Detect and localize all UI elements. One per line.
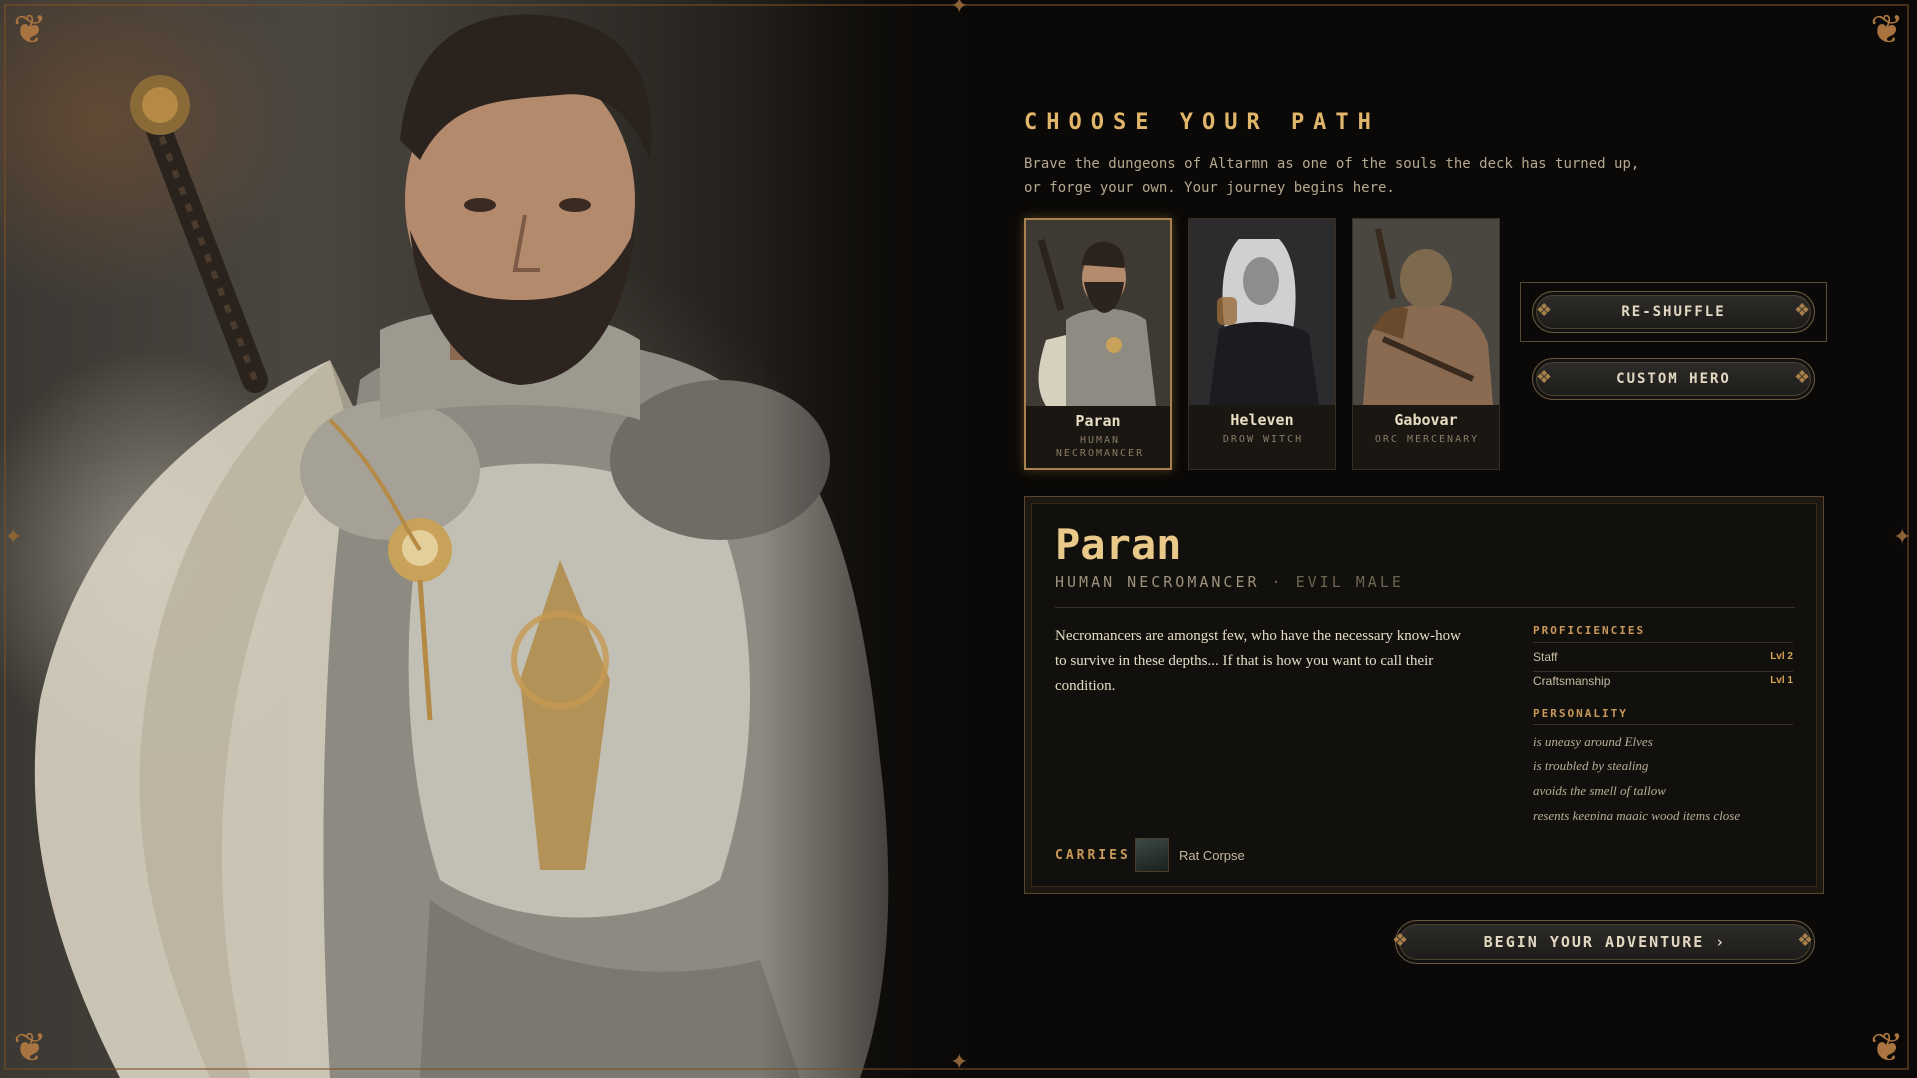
button-ornament-icon: ❖ (1392, 930, 1409, 951)
personality-divider (1533, 724, 1793, 725)
personality-list[interactable]: is uneasy around Elves is troubled by st… (1533, 730, 1793, 820)
personality-trait: resents keeping magic wood items close (1533, 808, 1741, 820)
proficiencies-heading: PROFICIENCIES (1533, 624, 1646, 637)
button-ornament-icon: ❖ (1794, 367, 1811, 388)
personality-trait: is uneasy around Elves (1533, 734, 1653, 749)
hero-card-name: Heleven (1230, 411, 1294, 429)
hero-card-class: HUMAN NECROMANCER (1055, 435, 1145, 459)
hero-portrait (0, 0, 1040, 1078)
rat-corpse-icon[interactable] (1135, 838, 1169, 872)
hero-card-art (1353, 219, 1499, 405)
hero-card-paran[interactable]: Paran HUMAN NECROMANCER (1024, 218, 1172, 470)
hero-detail-class: HUMAN NECROMANCER (1055, 573, 1260, 591)
hero-card-gabovar[interactable]: Gabovar ORC MERCENARY (1352, 218, 1500, 470)
proficiency-row: Staff Lvl 2 (1533, 650, 1793, 672)
personality-heading: PERSONALITY (1533, 707, 1628, 720)
hero-card-class: DROW WITCH (1222, 434, 1304, 445)
begin-adventure-button[interactable]: BEGIN YOUR ADVENTURE › (1395, 920, 1815, 964)
proficiency-level: Lvl 2 (1770, 651, 1793, 662)
hero-detail-alignment: EVIL MALE (1295, 573, 1404, 591)
personality-trait: avoids the smell of tallow (1533, 783, 1666, 798)
hero-card-class: ORC MERCENARY (1374, 434, 1480, 445)
corner-ornament-icon: ❦ (1870, 1025, 1904, 1071)
carries-label: CARRIES (1055, 848, 1131, 863)
hero-description: Necromancers are amongst few, who have t… (1055, 628, 1461, 694)
proficiency-name: Craftsmanship (1533, 674, 1611, 688)
reshuffle-button[interactable]: RE-SHUFFLE (1532, 291, 1815, 333)
edge-ornament-icon: ✦ (1893, 525, 1912, 550)
hero-card-name: Paran (1075, 412, 1121, 430)
hero-card-art (1189, 219, 1335, 405)
hero-detail-separator: · (1271, 573, 1284, 591)
button-ornament-icon: ❖ (1797, 930, 1814, 951)
hero-card-name: Gabovar (1394, 411, 1458, 429)
custom-hero-button[interactable]: CUSTOM HERO (1532, 358, 1815, 400)
proficiencies-divider (1533, 642, 1793, 643)
proficiency-row: Craftsmanship Lvl 1 (1533, 674, 1793, 696)
hero-detail-subtitle: HUMAN NECROMANCER · EVIL MALE (1055, 573, 1404, 591)
details-divider (1055, 607, 1795, 608)
row-divider (1533, 671, 1793, 672)
button-ornament-icon: ❖ (1536, 367, 1553, 388)
page-subtitle: Brave the dungeons of Altarmn as one of … (1024, 156, 1640, 196)
personality-trait: is troubled by stealing (1533, 758, 1649, 773)
hero-card-art (1026, 220, 1170, 406)
proficiency-name: Staff (1533, 650, 1558, 664)
page-title: CHOOSE YOUR PATH (1024, 110, 1380, 135)
carries-item-name: Rat Corpse (1179, 848, 1245, 863)
button-ornament-icon: ❖ (1536, 300, 1553, 321)
corner-ornament-icon: ❦ (1870, 7, 1904, 53)
hero-detail-name: Paran (1055, 520, 1182, 569)
proficiency-level: Lvl 1 (1770, 675, 1793, 686)
hero-card-heleven[interactable]: Heleven DROW WITCH (1188, 218, 1336, 470)
character-select-screen: ❦ ❦ ❦ ❦ ✦ ✦ ✦ ✦ CHOOSE YOUR PATH Brave t… (0, 0, 1917, 1078)
sword-hilt-icon (130, 75, 268, 393)
portrait-fade (760, 0, 1040, 1078)
button-ornament-icon: ❖ (1794, 300, 1811, 321)
